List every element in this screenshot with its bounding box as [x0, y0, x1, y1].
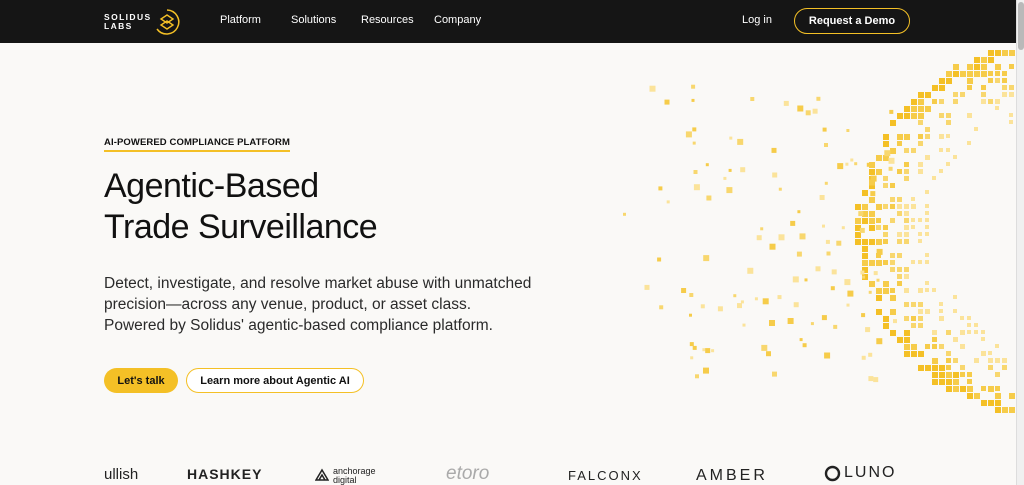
hero-description-line-1: Detect, investigate, and resolve market … — [104, 275, 532, 292]
nav-solutions[interactable]: Solutions — [291, 14, 336, 26]
anchorage-line-2: digital — [333, 475, 357, 485]
nav-company[interactable]: Company — [434, 14, 481, 26]
hashkey-logo: HASHKEY — [187, 466, 263, 482]
page-scrollbar[interactable] — [1016, 0, 1024, 485]
login-link[interactable]: Log in — [742, 14, 772, 26]
logo-line-2: LABS — [104, 21, 133, 31]
amber-logo: AMBER — [696, 467, 768, 484]
anchorage-logo: anchorage digital — [315, 467, 376, 485]
learn-agentic-ai-button[interactable]: Learn more about Agentic AI — [186, 368, 364, 393]
scrollbar-thumb[interactable] — [1018, 2, 1024, 50]
luno-logo-icon — [824, 465, 841, 481]
request-demo-button[interactable]: Request a Demo — [794, 8, 910, 34]
luno-logo: LUNO — [824, 464, 896, 482]
bullish-logo: ullish — [104, 466, 139, 483]
hero-eyebrow: AI-POWERED COMPLIANCE PLATFORM — [104, 137, 290, 152]
hero-title-line-1: Agentic-Based — [104, 167, 319, 205]
client-logos-row: ullish HASHKEY anchorage digital etoro F… — [0, 462, 1016, 485]
anchorage-logo-icon — [315, 468, 329, 481]
hero-title: Agentic-Based Trade Surveillance — [104, 166, 378, 248]
solidus-logo[interactable]: SOLIDUS LABS — [104, 9, 180, 35]
nav-resources[interactable]: Resources — [361, 14, 414, 26]
luno-wordmark: LUNO — [844, 464, 897, 481]
etoro-logo: etoro — [446, 463, 490, 484]
solidus-logo-icon — [156, 9, 180, 35]
pixel-arc-graphic — [623, 50, 1015, 413]
page: SOLIDUS LABS Platform Solutions Resource… — [0, 0, 1024, 485]
hero-description-line-3: Powered by Solidus' agentic-based compli… — [104, 317, 493, 334]
hero-title-line-2: Trade Surveillance — [104, 208, 378, 246]
hero-description-line-2: precision—across any venue, product, or … — [104, 296, 472, 313]
hero-description: Detect, investigate, and resolve market … — [104, 273, 624, 336]
falconx-logo: FALCONX — [568, 468, 643, 483]
logo-wordmark: SOLIDUS LABS — [104, 13, 150, 31]
lets-talk-button[interactable]: Let's talk — [104, 368, 178, 393]
nav-platform[interactable]: Platform — [220, 14, 261, 26]
top-navigation: SOLIDUS LABS Platform Solutions Resource… — [0, 0, 1016, 43]
